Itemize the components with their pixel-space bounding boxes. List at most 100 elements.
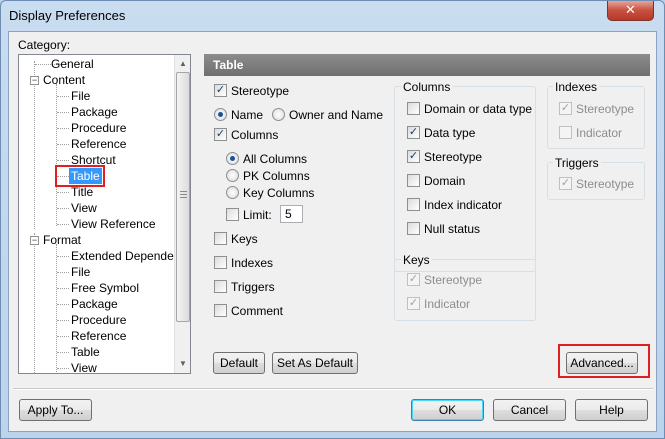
- settings-pane: Table ✓ Stereotype Name Owner and Name ✓…: [204, 54, 650, 376]
- tree-item-file[interactable]: File: [71, 88, 90, 104]
- tree-item-title[interactable]: Title: [71, 184, 93, 200]
- keys-indicator-checkbox[interactable]: ✓: [407, 297, 420, 310]
- all-columns-label: All Columns: [243, 152, 308, 166]
- limit-input[interactable]: 5: [280, 205, 303, 223]
- tree-item-format[interactable]: Format: [43, 232, 81, 248]
- scroll-up-icon[interactable]: ▲: [175, 55, 190, 72]
- pk-columns-label: PK Columns: [243, 169, 310, 183]
- comment-label: Comment: [231, 304, 284, 318]
- close-button[interactable]: ✕: [607, 1, 654, 21]
- tree-line: [57, 192, 69, 193]
- tree-item-package[interactable]: Package: [71, 296, 118, 312]
- collapse-icon[interactable]: −: [30, 76, 39, 85]
- tree-item-table-selected[interactable]: Table: [69, 168, 102, 184]
- domain-or-data-type-label: Domain or data type: [424, 102, 533, 116]
- columns-label: Columns: [231, 128, 279, 142]
- tree-item-content[interactable]: Content: [43, 72, 85, 88]
- tree-item-shortcut[interactable]: Shortcut: [71, 152, 116, 168]
- keys-stereotype-checkbox[interactable]: ✓: [407, 273, 420, 286]
- tree-line: [34, 233, 35, 373]
- tree-item-view-reference[interactable]: View Reference: [71, 216, 156, 232]
- set-as-default-button[interactable]: Set As Default: [272, 352, 358, 374]
- keys-label: Keys: [231, 232, 258, 246]
- tree-item-view[interactable]: View: [71, 200, 97, 216]
- category-tree[interactable]: − − General Content File Package Procedu…: [18, 54, 191, 374]
- keys-group-title: Keys: [401, 253, 432, 267]
- tree-item-reference[interactable]: Reference: [71, 136, 126, 152]
- advanced-button[interactable]: Advanced...: [566, 352, 638, 374]
- tree-line: [57, 208, 69, 209]
- keys-stereotype-label: Stereotype: [424, 273, 483, 287]
- data-type-label: Data type: [424, 126, 476, 140]
- default-button[interactable]: Default: [213, 352, 265, 374]
- help-button[interactable]: Help: [575, 399, 648, 421]
- tree-item-extended-dependency[interactable]: Extended Dependency: [71, 248, 190, 264]
- dialog-client: Category: − − General Content File Packa…: [8, 31, 657, 432]
- pk-columns-radio[interactable]: [226, 169, 239, 182]
- name-radio[interactable]: [214, 108, 227, 121]
- indexes-stereotype-checkbox[interactable]: ✓: [559, 102, 572, 115]
- scroll-thumb[interactable]: [176, 72, 190, 322]
- tree-item-free-symbol[interactable]: Free Symbol: [71, 280, 139, 296]
- indexes-checkbox[interactable]: [214, 256, 227, 269]
- tree-item-package[interactable]: Package: [71, 104, 118, 120]
- indexes-group-title: Indexes: [553, 80, 600, 94]
- tree-line: [57, 96, 69, 97]
- tree-scrollbar[interactable]: ▲ ▼: [174, 55, 190, 373]
- tree-line: [56, 244, 57, 373]
- column-stereotype-label: Stereotype: [424, 150, 483, 164]
- tree-item-table[interactable]: Table: [71, 344, 100, 360]
- tree-line: [57, 288, 69, 289]
- tree-item-procedure[interactable]: Procedure: [71, 312, 126, 328]
- tree-line: [57, 352, 69, 353]
- domain-label: Domain: [424, 174, 466, 188]
- tree-item-view[interactable]: View: [71, 360, 97, 373]
- domain-checkbox[interactable]: [407, 174, 420, 187]
- index-indicator-checkbox[interactable]: [407, 198, 420, 211]
- columns-checkbox[interactable]: ✓: [214, 128, 227, 141]
- grip-line: [180, 191, 187, 192]
- tree-item-reference[interactable]: Reference: [71, 328, 126, 344]
- category-label: Category:: [18, 38, 71, 52]
- comment-checkbox[interactable]: [214, 304, 227, 317]
- key-columns-radio[interactable]: [226, 186, 239, 199]
- name-radio-label: Name: [231, 108, 264, 122]
- null-status-label: Null status: [424, 222, 481, 236]
- scroll-down-icon[interactable]: ▼: [175, 355, 190, 372]
- grip-line: [180, 197, 187, 198]
- triggers-checkbox[interactable]: [214, 280, 227, 293]
- tree-item-file[interactable]: File: [71, 264, 90, 280]
- keys-checkbox[interactable]: [214, 232, 227, 245]
- indexes-indicator-label: Indicator: [576, 126, 623, 140]
- tree-line: [57, 336, 69, 337]
- cancel-button[interactable]: Cancel: [493, 399, 566, 421]
- limit-label: Limit:: [243, 208, 272, 222]
- keys-group: [394, 259, 536, 321]
- indexes-indicator-checkbox[interactable]: [559, 126, 572, 139]
- dialog-window: Display Preferences ✕ Category: − − Gene…: [0, 0, 665, 439]
- limit-checkbox[interactable]: [226, 208, 239, 221]
- tree-line: [56, 84, 57, 226]
- tree-item-procedure[interactable]: Procedure: [71, 120, 126, 136]
- owner-and-name-label: Owner and Name: [289, 108, 384, 122]
- tree-line: [57, 128, 69, 129]
- stereotype-checkbox[interactable]: ✓: [214, 84, 227, 97]
- all-columns-radio[interactable]: [226, 152, 239, 165]
- tree-line: [57, 112, 69, 113]
- owner-and-name-radio[interactable]: [272, 108, 285, 121]
- index-indicator-label: Index indicator: [424, 198, 503, 212]
- grip-line: [180, 194, 187, 195]
- triggers-stereotype-checkbox[interactable]: ✓: [559, 177, 572, 190]
- key-columns-label: Key Columns: [243, 186, 315, 200]
- column-stereotype-checkbox[interactable]: ✓: [407, 150, 420, 163]
- ok-button[interactable]: OK: [411, 399, 484, 421]
- apply-to-button[interactable]: Apply To...: [19, 399, 92, 421]
- tree-line: [57, 272, 69, 273]
- tree-line: [57, 368, 69, 369]
- collapse-icon[interactable]: −: [30, 236, 39, 245]
- tree-item-general[interactable]: General: [51, 56, 94, 72]
- data-type-checkbox[interactable]: ✓: [407, 126, 420, 139]
- tree-line: [34, 61, 35, 229]
- domain-or-data-type-checkbox[interactable]: [407, 102, 420, 115]
- null-status-checkbox[interactable]: [407, 222, 420, 235]
